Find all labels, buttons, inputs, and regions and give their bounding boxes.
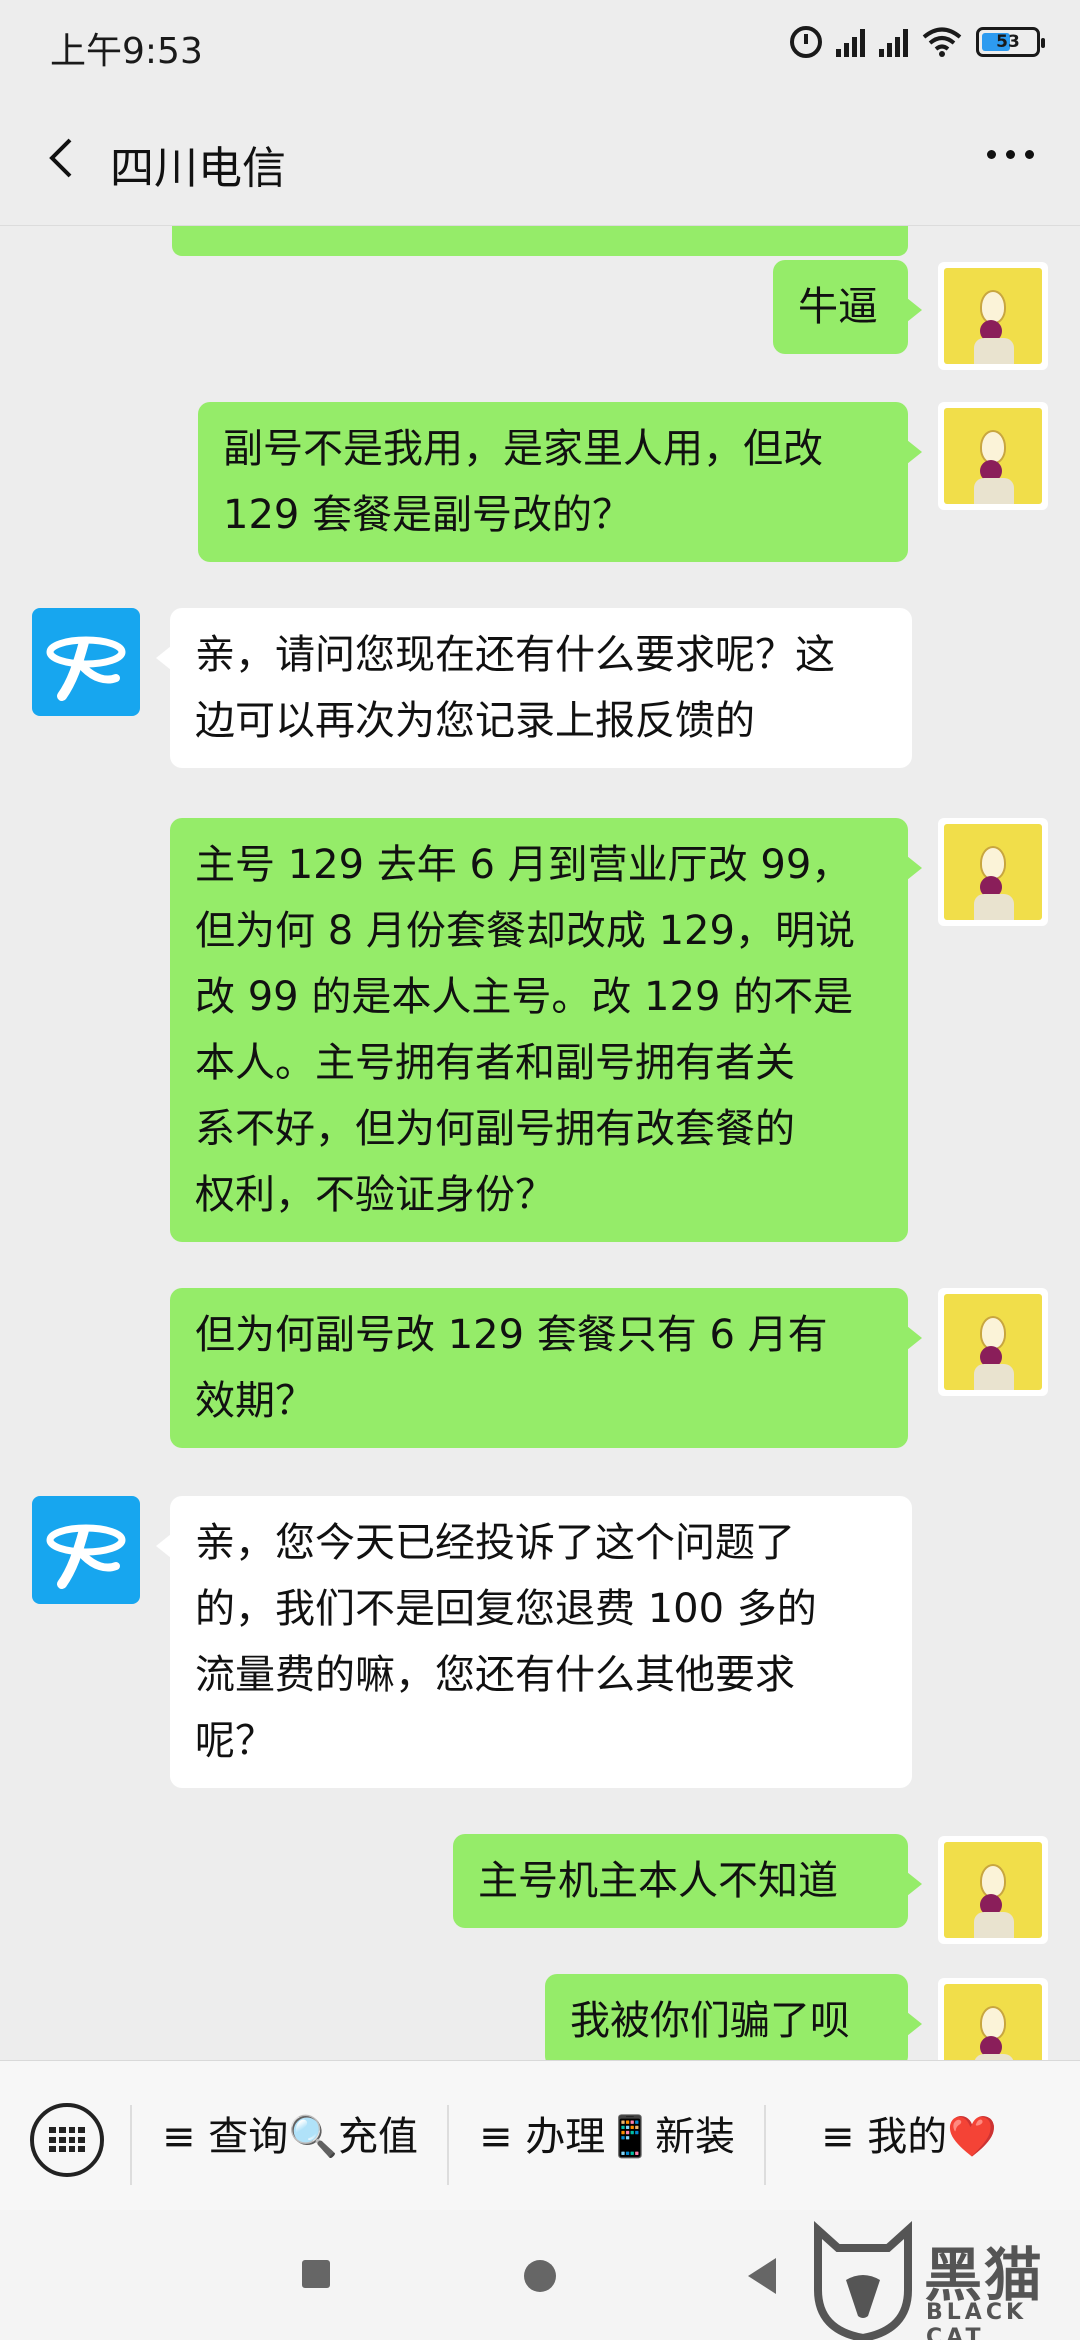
telecom-avatar[interactable] — [32, 608, 140, 716]
menu-divider — [447, 2105, 449, 2185]
message-line: 我被你们骗了呗 — [570, 1998, 850, 2044]
user-avatar[interactable] — [938, 1836, 1048, 1944]
system-nav-bar: 黑猫 BLACK CAT — [0, 2210, 1080, 2340]
menu-item-handle-new[interactable]: ≡ 办理📱新装 — [452, 2101, 762, 2173]
more-dots-icon[interactable] — [987, 150, 1034, 159]
message-line: 副号不是我用，是家里人用，但改 — [223, 426, 823, 472]
back-icon[interactable] — [748, 2258, 776, 2294]
user-avatar[interactable] — [938, 1978, 1048, 2060]
status-icons: 53 — [790, 26, 1045, 58]
user-avatar[interactable] — [938, 262, 1048, 370]
recents-icon[interactable] — [302, 2260, 330, 2288]
keyboard-icon[interactable] — [30, 2103, 104, 2177]
telecom-logo-icon — [46, 636, 126, 701]
message-line: 129 套餐是副号改的？ — [223, 492, 633, 538]
message-line: 的，我们不是回复您退费 100 多的 — [195, 1586, 817, 1632]
service-menu-bar: ≡ 查询🔍充值 ≡ 办理📱新装 ≡ 我的❤️ — [0, 2060, 1080, 2210]
message-line: 亲，请问您现在还有什么要求呢？这 — [195, 632, 835, 678]
message-bubble-sent[interactable]: 但为何副号改 129 套餐只有 6 月有 效期？ — [170, 1288, 922, 1448]
message-bubble-sent[interactable]: 主号机主本人不知道 — [453, 1834, 922, 1928]
message-line: 亲，您今天已经投诉了这个问题了 — [195, 1520, 795, 1566]
message-line: 边可以再次为您记录上报反馈的 — [195, 698, 755, 744]
message-line: 呢？ — [195, 1718, 275, 1764]
message-line: 主号 129 去年 6 月到营业厅改 99， — [195, 842, 852, 888]
message-line: 但为何副号改 129 套餐只有 6 月有 — [195, 1312, 828, 1358]
telecom-avatar[interactable] — [32, 1496, 140, 1604]
message-bubble-sent[interactable]: 主号 129 去年 6 月到营业厅改 99， 但为何 8 月份套餐却改成 129… — [170, 818, 922, 1242]
chat-area[interactable]: 牛逼 副号不是我用，是家里人用，但改 129 套餐是副号改的？ 亲，请问您现在还… — [0, 226, 1080, 2060]
menu-item-query-recharge[interactable]: ≡ 查询🔍充值 — [135, 2101, 445, 2173]
battery-icon: 53 — [976, 27, 1045, 57]
user-avatar[interactable] — [938, 818, 1048, 926]
chat-header: 四川电信 — [0, 92, 1080, 226]
status-time: 上午9:53 — [50, 31, 203, 72]
message-line: 改 99 的是本人主号。改 129 的不是 — [195, 974, 854, 1020]
telecom-logo-icon — [46, 1524, 126, 1589]
message-line: 效期？ — [195, 1378, 315, 1424]
message-bubble-partial — [172, 226, 908, 256]
message-line: 流量费的嘛，您还有什么其他要求 — [195, 1652, 795, 1698]
signal-icon — [836, 27, 865, 57]
message-line: 权利，不验证身份？ — [195, 1172, 555, 1218]
menu-divider — [764, 2105, 766, 2185]
back-arrow-icon[interactable] — [42, 136, 86, 180]
message-bubble-received[interactable]: 亲，您今天已经投诉了这个问题了 的，我们不是回复您退费 100 多的 流量费的嘛… — [156, 1496, 912, 1788]
message-line: 本人。主号拥有者和副号拥有者关 — [195, 1040, 795, 1086]
message-bubble-sent[interactable]: 我被你们骗了呗 — [545, 1974, 922, 2060]
page-title: 四川电信 — [110, 143, 286, 194]
message-bubble-sent[interactable]: 牛逼 — [773, 260, 922, 354]
wifi-icon — [922, 27, 962, 57]
message-line: 主号机主本人不知道 — [478, 1858, 838, 1904]
menu-divider — [130, 2105, 132, 2185]
message-line: 但为何 8 月份套餐却改成 129，明说 — [195, 908, 855, 954]
signal-icon — [879, 27, 908, 57]
black-cat-watermark: 黑猫 BLACK CAT — [808, 2220, 1080, 2340]
alarm-icon — [790, 26, 822, 58]
user-avatar[interactable] — [938, 1288, 1048, 1396]
menu-item-mine[interactable]: ≡ 我的❤️ — [769, 2101, 1049, 2173]
user-avatar[interactable] — [938, 402, 1048, 510]
message-line: 牛逼 — [798, 284, 878, 330]
status-bar: 上午9:53 53 — [0, 0, 1080, 92]
watermark-subtitle: BLACK CAT — [926, 2300, 1028, 2340]
message-bubble-received[interactable]: 亲，请问您现在还有什么要求呢？这 边可以再次为您记录上报反馈的 — [156, 608, 912, 768]
message-bubble-sent[interactable]: 副号不是我用，是家里人用，但改 129 套餐是副号改的？ — [198, 402, 922, 562]
battery-percent: 53 — [996, 32, 1020, 52]
message-line: 系不好，但为何副号拥有改套餐的 — [195, 1106, 795, 1152]
home-icon[interactable] — [524, 2260, 556, 2292]
black-cat-logo-icon — [814, 2221, 912, 2340]
